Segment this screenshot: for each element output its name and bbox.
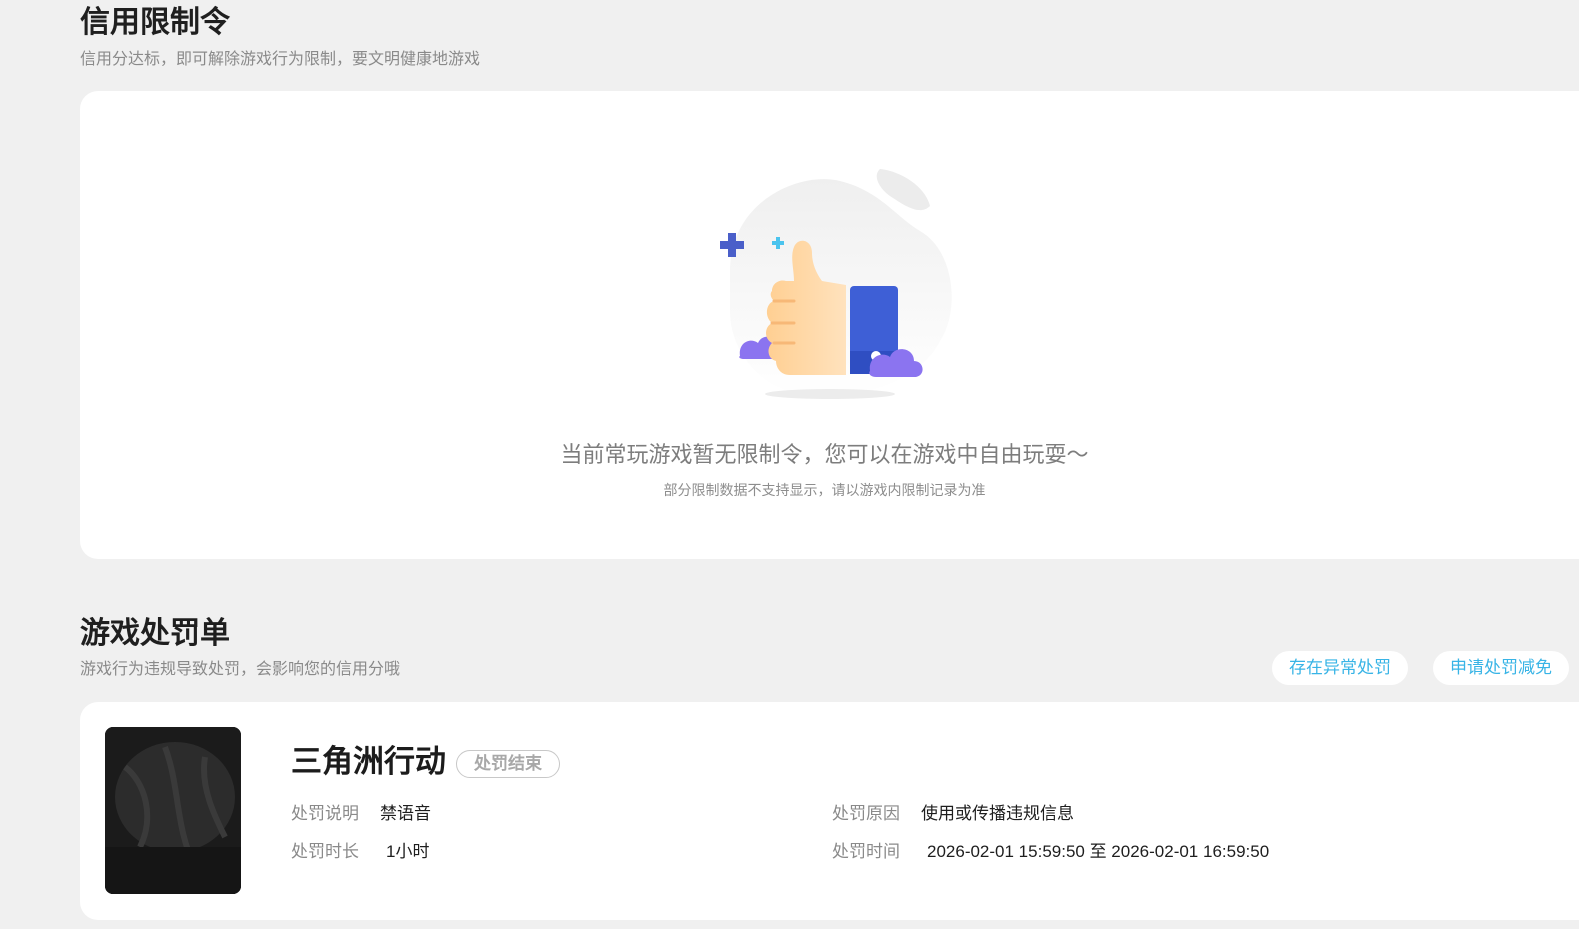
game-cover-image	[105, 727, 241, 894]
empty-message: 当前常玩游戏暂无限制令，您可以在游戏中自由玩耍～	[560, 442, 1089, 467]
penalty-title: 游戏处罚单	[80, 617, 230, 650]
penalty-record-card[interactable]: 三角洲行动 处罚结束 处罚说明 禁语音 处罚时长 1小时 处罚原因 使用或传播违…	[80, 702, 1579, 920]
restriction-subtitle: 信用分达标，即可解除游戏行为限制，要文明健康地游戏	[80, 51, 481, 68]
penalty-subtitle: 游戏行为违规导致处罚，会影响您的信用分哦	[80, 661, 401, 678]
duration-value: 1小时	[386, 842, 430, 861]
restriction-title: 信用限制令	[80, 6, 230, 39]
time-label: 处罚时间	[832, 842, 900, 861]
restriction-card: 当前常玩游戏暂无限制令，您可以在游戏中自由玩耍～ 部分限制数据不支持显示，请以游…	[80, 91, 1579, 559]
reason-label: 处罚原因	[832, 804, 900, 823]
description-value: 禁语音	[380, 804, 431, 823]
game-name: 三角洲行动	[291, 744, 446, 779]
status-badge: 处罚结束	[456, 750, 560, 778]
duration-label: 处罚时长	[291, 842, 359, 861]
empty-note: 部分限制数据不支持显示，请以游戏内限制记录为准	[663, 482, 986, 498]
empty-illustration	[690, 161, 980, 411]
thumbs-up-icon	[720, 169, 952, 399]
description-label: 处罚说明	[291, 804, 359, 823]
abnormal-penalty-button[interactable]: 存在异常处罚	[1272, 651, 1408, 685]
apply-reduction-button[interactable]: 申请处罚减免	[1433, 651, 1569, 685]
time-value: 2026-02-01 15:59:50 至 2026-02-01 16:59:5…	[927, 842, 1270, 861]
reason-value: 使用或传播违规信息	[921, 804, 1074, 823]
